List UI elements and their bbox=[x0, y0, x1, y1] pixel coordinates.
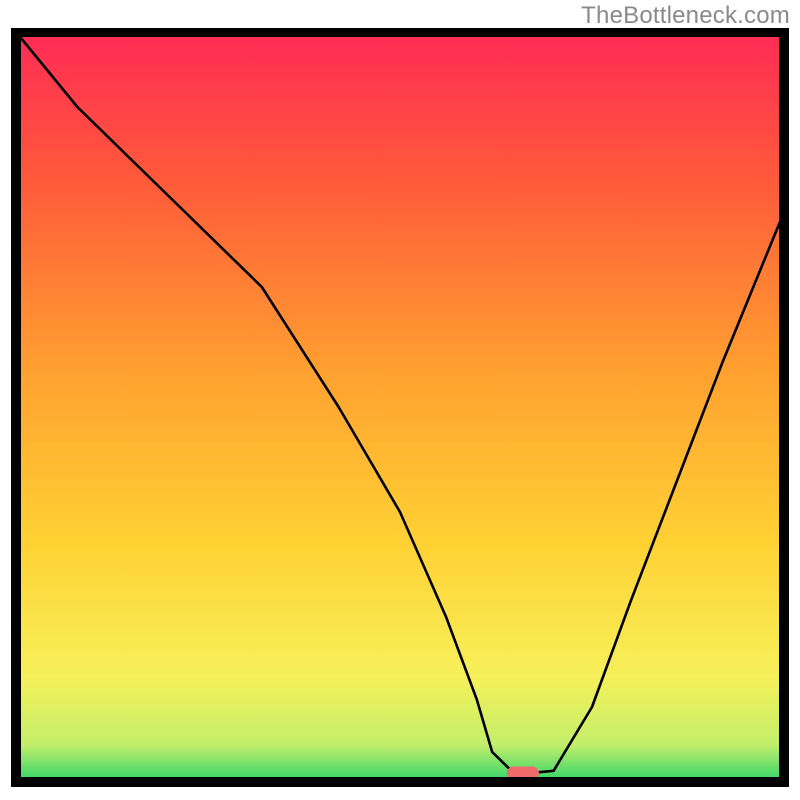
gradient-background bbox=[16, 32, 784, 782]
bottleneck-chart bbox=[10, 28, 790, 788]
chart-stage: TheBottleneck.com bbox=[0, 0, 800, 800]
watermark-text: TheBottleneck.com bbox=[581, 2, 790, 30]
plot-area bbox=[10, 28, 790, 788]
